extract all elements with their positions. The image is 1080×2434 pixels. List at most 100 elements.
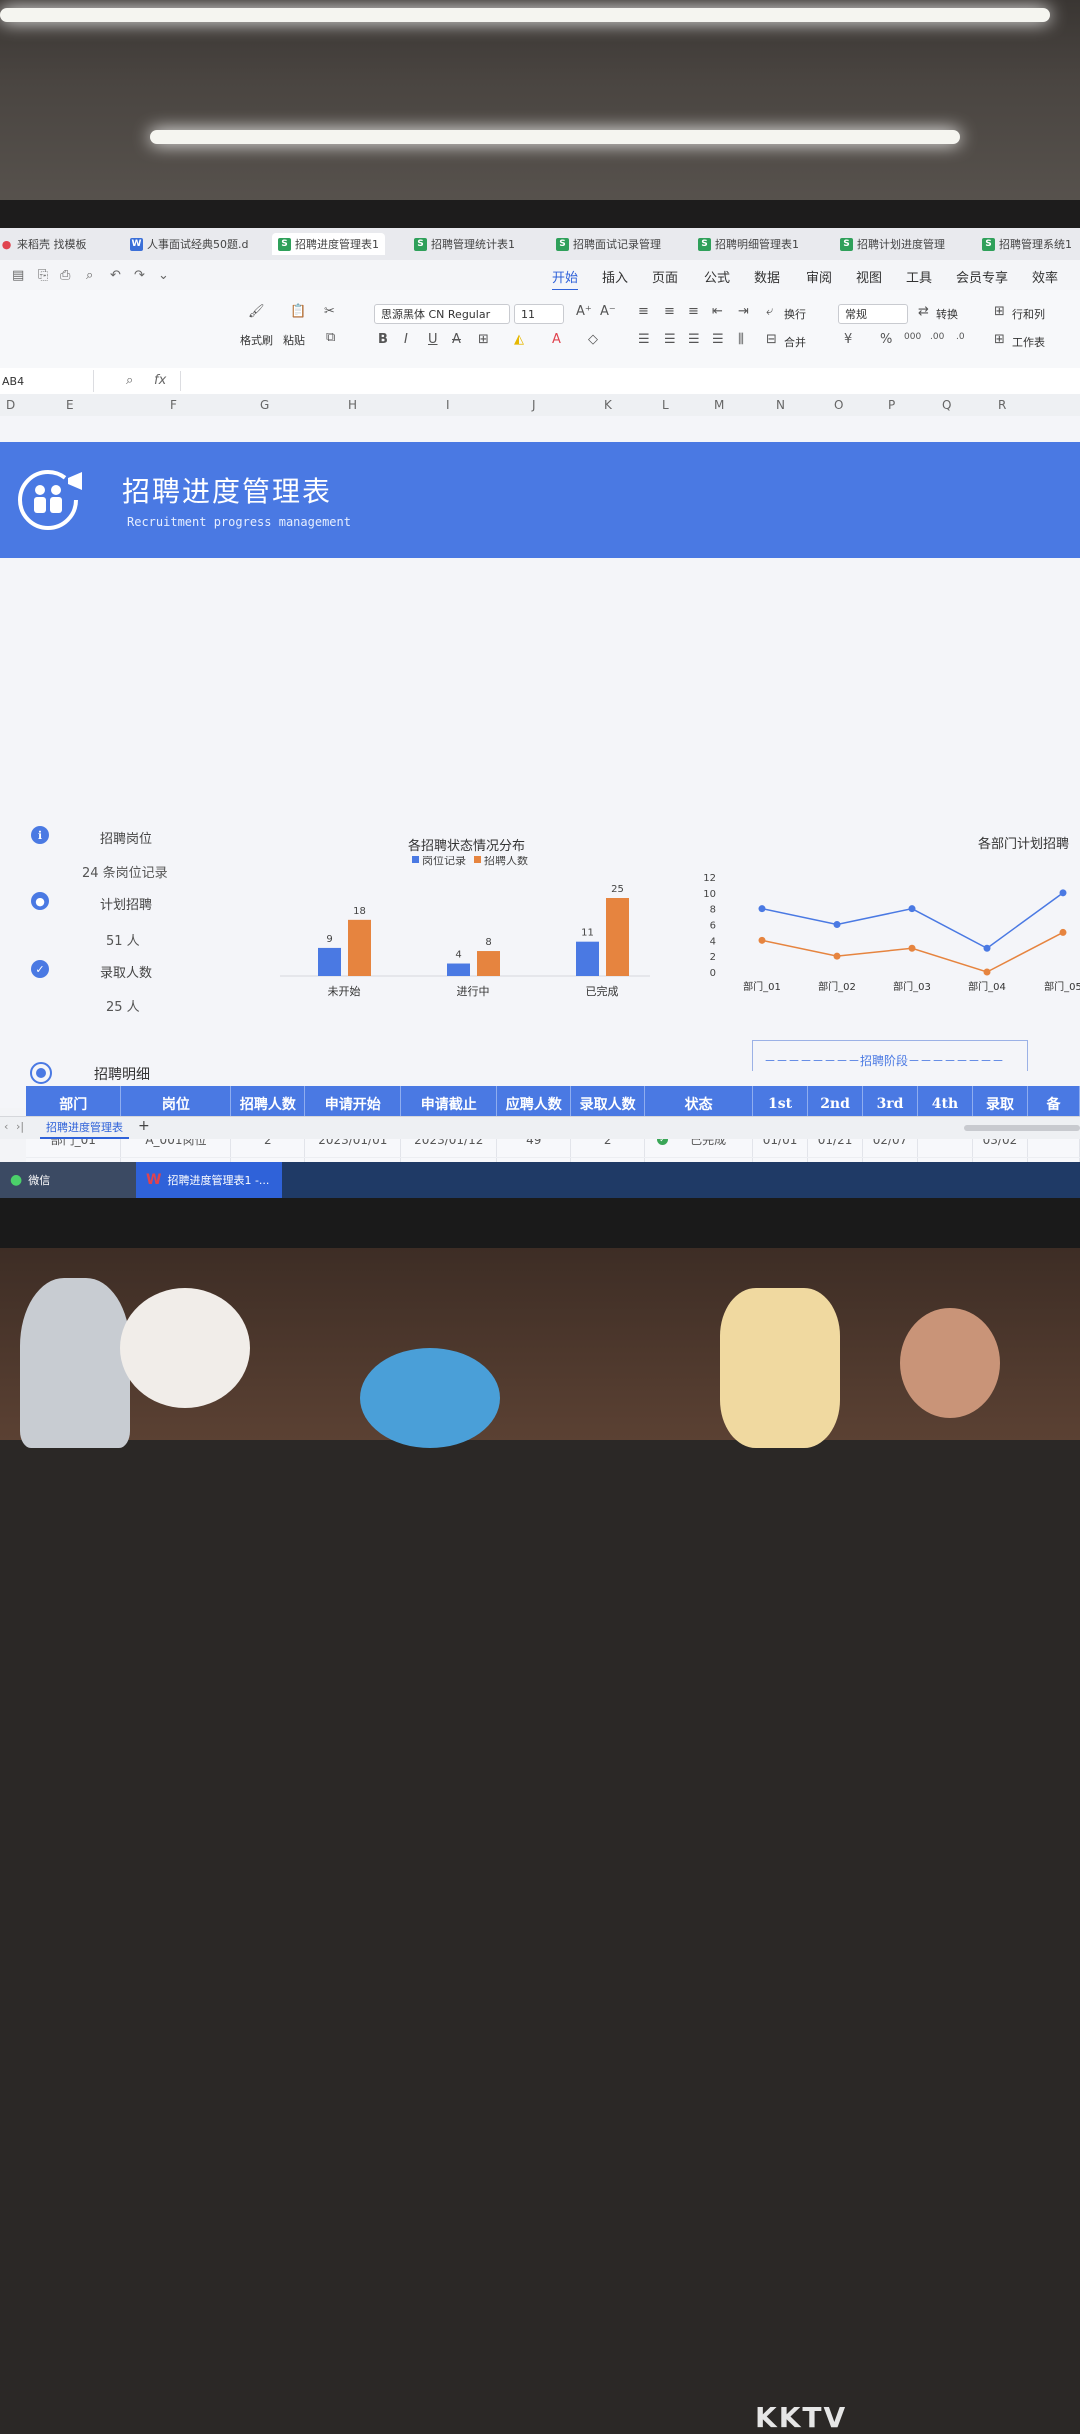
column-header[interactable]: I <box>446 398 450 412</box>
border-icon[interactable]: ⊞ <box>478 332 489 347</box>
menu-item[interactable]: 会员专享 <box>956 267 1008 286</box>
column-header[interactable]: D <box>6 398 15 412</box>
function-icon[interactable]: fx <box>154 373 166 388</box>
horizontal-scrollbar[interactable] <box>964 1125 1080 1131</box>
column-header[interactable]: L <box>662 398 669 412</box>
decimal-increase-icon[interactable]: .00 <box>930 332 944 342</box>
align-right-icon[interactable]: ☰ <box>688 332 700 347</box>
sheet-nav-prev-icon[interactable]: ‹ <box>4 1120 8 1133</box>
merge-button[interactable]: 合并 <box>784 334 806 350</box>
menu-item[interactable]: 开始 <box>552 267 579 291</box>
document-tab[interactable]: S 招聘明细管理表1 <box>698 233 799 255</box>
paste-button[interactable]: 粘贴 <box>283 332 305 348</box>
italic-icon[interactable]: I <box>404 332 408 347</box>
document-tab[interactable]: S 招聘计划进度管理 <box>840 233 945 255</box>
convert-icon[interactable]: ⇄ <box>918 304 929 319</box>
indent-increase-icon[interactable]: ⇥ <box>738 304 749 319</box>
rows-cols-button[interactable]: 行和列 <box>1012 306 1045 322</box>
column-header[interactable]: J <box>532 398 536 412</box>
monitor-bezel <box>0 200 1080 228</box>
print-icon[interactable]: ⎙ <box>60 268 70 283</box>
align-middle-icon[interactable]: ≡ <box>664 304 675 319</box>
worksheet-button[interactable]: 工作表 <box>1012 334 1045 350</box>
menu-item[interactable]: 插入 <box>602 267 628 286</box>
decrease-font-icon[interactable]: A⁻ <box>600 304 616 319</box>
indent-decrease-icon[interactable]: ⇤ <box>712 304 723 319</box>
font-family-select[interactable]: 思源黑体 CN Regular <box>374 304 510 324</box>
underline-icon[interactable]: U <box>428 332 438 347</box>
column-header[interactable]: M <box>714 398 724 412</box>
column-header[interactable]: E <box>66 398 74 412</box>
formula-input[interactable] <box>180 371 1080 391</box>
decimal-decrease-icon[interactable]: .0 <box>956 332 965 342</box>
menu-item[interactable]: 效率 <box>1032 267 1058 286</box>
column-header[interactable]: Q <box>942 398 951 412</box>
document-tab[interactable]: S 招聘管理统计表1 <box>414 233 515 255</box>
y-tick-label: 4 <box>710 936 716 947</box>
undo-icon[interactable]: ↶ <box>110 268 121 283</box>
column-header[interactable]: O <box>834 398 843 412</box>
align-center-icon[interactable]: ☰ <box>664 332 676 347</box>
name-box[interactable]: AB4 <box>0 370 94 392</box>
save-icon[interactable]: ▤ <box>12 268 24 283</box>
copy-icon[interactable]: ⧉ <box>326 330 335 345</box>
menu-item[interactable]: 视图 <box>856 267 882 286</box>
data-point <box>908 944 916 952</box>
ceiling-background <box>0 0 1080 205</box>
bold-icon[interactable]: B <box>378 332 388 347</box>
increase-font-icon[interactable]: A⁺ <box>576 304 592 319</box>
document-tab[interactable]: S 招聘管理系统1 <box>982 233 1072 255</box>
y-tick-label: 10 <box>703 889 716 900</box>
wrap-text-icon[interactable]: ⤶ <box>766 304 773 319</box>
align-top-icon[interactable]: ≡ <box>638 304 649 319</box>
distributed-icon[interactable]: ⫼ <box>738 332 744 347</box>
print-preview-icon[interactable]: ⌕ <box>86 268 93 283</box>
menu-item[interactable]: 工具 <box>906 267 932 286</box>
percent-icon[interactable]: % <box>880 332 892 347</box>
redo-icon[interactable]: ↷ <box>134 268 145 283</box>
taskbar-wps[interactable]: W 招聘进度管理表1 -... <box>136 1162 282 1198</box>
column-header[interactable]: P <box>888 398 895 412</box>
column-header[interactable]: N <box>776 398 785 412</box>
export-icon[interactable]: ⎘ <box>38 268 48 283</box>
sheet-tab-active[interactable]: 招聘进度管理表 <box>40 1119 129 1139</box>
convert-button[interactable]: 转换 <box>936 306 958 322</box>
menu-item[interactable]: 审阅 <box>806 267 832 286</box>
rows-cols-icon[interactable]: ⊞ <box>994 304 1005 319</box>
justify-icon[interactable]: ☰ <box>712 332 724 347</box>
column-header[interactable]: K <box>604 398 612 412</box>
add-sheet-icon[interactable]: + <box>138 1118 150 1134</box>
column-header[interactable]: G <box>260 398 269 412</box>
cut-icon[interactable]: ✂ <box>324 304 335 319</box>
fill-color-icon[interactable]: ◭ <box>514 332 524 347</box>
format-painter-button[interactable]: 格式刷 <box>240 332 273 348</box>
align-left-icon[interactable]: ☰ <box>638 332 650 347</box>
taskbar-wechat[interactable]: ● 微信 <box>0 1162 136 1198</box>
document-tab[interactable]: ● 来稻壳 找模板 <box>0 233 87 255</box>
column-header[interactable]: R <box>998 398 1006 412</box>
clear-format-icon[interactable]: ◇ <box>588 332 598 347</box>
menu-item[interactable]: 页面 <box>652 267 678 286</box>
chevron-down-icon[interactable]: ⌄ <box>158 268 169 283</box>
document-tab[interactable]: S 招聘面试记录管理 <box>556 233 661 255</box>
document-tab[interactable]: S 招聘进度管理表1 <box>272 233 385 255</box>
menu-item[interactable]: 数据 <box>754 267 780 286</box>
merge-icon[interactable]: ⊟ <box>766 332 777 347</box>
strikethrough-icon[interactable]: A <box>452 332 461 347</box>
sheet-nav-last-icon[interactable]: ›| <box>16 1120 24 1133</box>
align-bottom-icon[interactable]: ≡ <box>688 304 699 319</box>
currency-icon[interactable]: ¥ <box>844 332 852 347</box>
format-painter-icon[interactable]: 🖌 <box>248 304 265 319</box>
menu-item[interactable]: 公式 <box>704 267 730 286</box>
font-size-select[interactable]: 11 <box>514 304 564 324</box>
zoom-icon[interactable]: ⌕ <box>126 373 133 388</box>
column-header[interactable]: H <box>348 398 357 412</box>
thousands-icon[interactable]: 000 <box>904 332 921 342</box>
column-header[interactable]: F <box>170 398 177 412</box>
document-tab[interactable]: W 人事面试经典50题.d <box>130 233 248 255</box>
paste-icon[interactable]: 📋 <box>290 304 306 319</box>
wrap-text-button[interactable]: 换行 <box>784 306 806 322</box>
worksheet-icon[interactable]: ⊞ <box>994 332 1005 347</box>
number-format-select[interactable]: 常规 <box>838 304 908 324</box>
font-color-icon[interactable]: A <box>552 332 561 347</box>
